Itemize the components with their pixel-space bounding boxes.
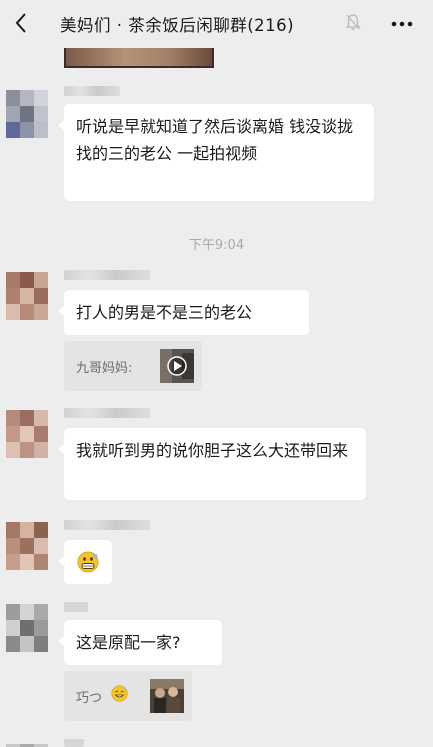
sender-name bbox=[64, 602, 88, 612]
avatar[interactable] bbox=[6, 604, 48, 652]
avatar[interactable] bbox=[6, 738, 48, 747]
avatar[interactable] bbox=[6, 410, 48, 458]
avatar-image bbox=[6, 272, 48, 320]
back-button[interactable] bbox=[6, 8, 36, 38]
avatar-image bbox=[6, 90, 48, 138]
quoted-sender: 巧つ bbox=[76, 691, 103, 706]
image-message[interactable] bbox=[64, 48, 214, 68]
avatar[interactable] bbox=[6, 522, 48, 570]
message-bubble[interactable]: 我就听到男的说你胆子这么大还带回来 bbox=[58, 428, 366, 500]
message-text: 打人的男是不是三的老公 bbox=[76, 303, 253, 322]
grimace-emoji-icon bbox=[77, 551, 99, 573]
image-thumbnail-icon[interactable] bbox=[150, 679, 184, 713]
sender-name bbox=[64, 408, 150, 418]
message-bubble[interactable]: 打人的男是不是三的老公 bbox=[58, 290, 309, 335]
member-count: (216) bbox=[247, 16, 295, 35]
message-text: 这是原配一家? bbox=[76, 633, 181, 652]
sender-name bbox=[64, 270, 150, 280]
muted-bell-icon bbox=[345, 14, 361, 30]
avatar-image bbox=[6, 604, 48, 652]
message-text: 听说是早就知道了然后谈离婚 钱没谈拢 找的三的老公 一起拍视频 bbox=[76, 117, 354, 163]
avatar[interactable] bbox=[6, 90, 48, 138]
quoted-sender: 九哥妈妈: bbox=[76, 361, 133, 376]
avatar-image bbox=[6, 410, 48, 458]
message-bubble[interactable]: 听说是早就知道了然后谈离婚 钱没谈拢 找的三的老公 一起拍视频 bbox=[58, 104, 374, 201]
sender-name bbox=[64, 739, 84, 747]
chevron-left-icon bbox=[15, 13, 26, 33]
avatar[interactable] bbox=[6, 272, 48, 320]
avatar-image bbox=[6, 522, 48, 570]
message-bubble[interactable] bbox=[58, 540, 112, 584]
quoted-message[interactable]: 巧つ bbox=[64, 671, 192, 721]
group-name: 美妈们 · 茶余饭后闲聊群 bbox=[60, 16, 248, 35]
sender-name bbox=[64, 520, 150, 530]
chat-header: 美妈们 · 茶余饭后闲聊群(216) bbox=[0, 0, 433, 48]
sender-name bbox=[64, 86, 120, 96]
more-button[interactable] bbox=[386, 12, 418, 36]
message-text: 我就听到男的说你胆子这么大还带回来 bbox=[76, 441, 349, 460]
video-thumbnail-icon[interactable] bbox=[160, 349, 194, 383]
more-dots-icon bbox=[391, 21, 413, 27]
chat-title: 美妈们 · 茶余饭后闲聊群(216) bbox=[60, 12, 360, 36]
timestamp: 下午9:04 bbox=[188, 238, 245, 253]
message-bubble[interactable]: 这是原配一家? bbox=[58, 620, 222, 665]
sweat-smile-emoji-icon bbox=[111, 685, 128, 702]
quoted-message[interactable]: 九哥妈妈: bbox=[64, 341, 202, 391]
